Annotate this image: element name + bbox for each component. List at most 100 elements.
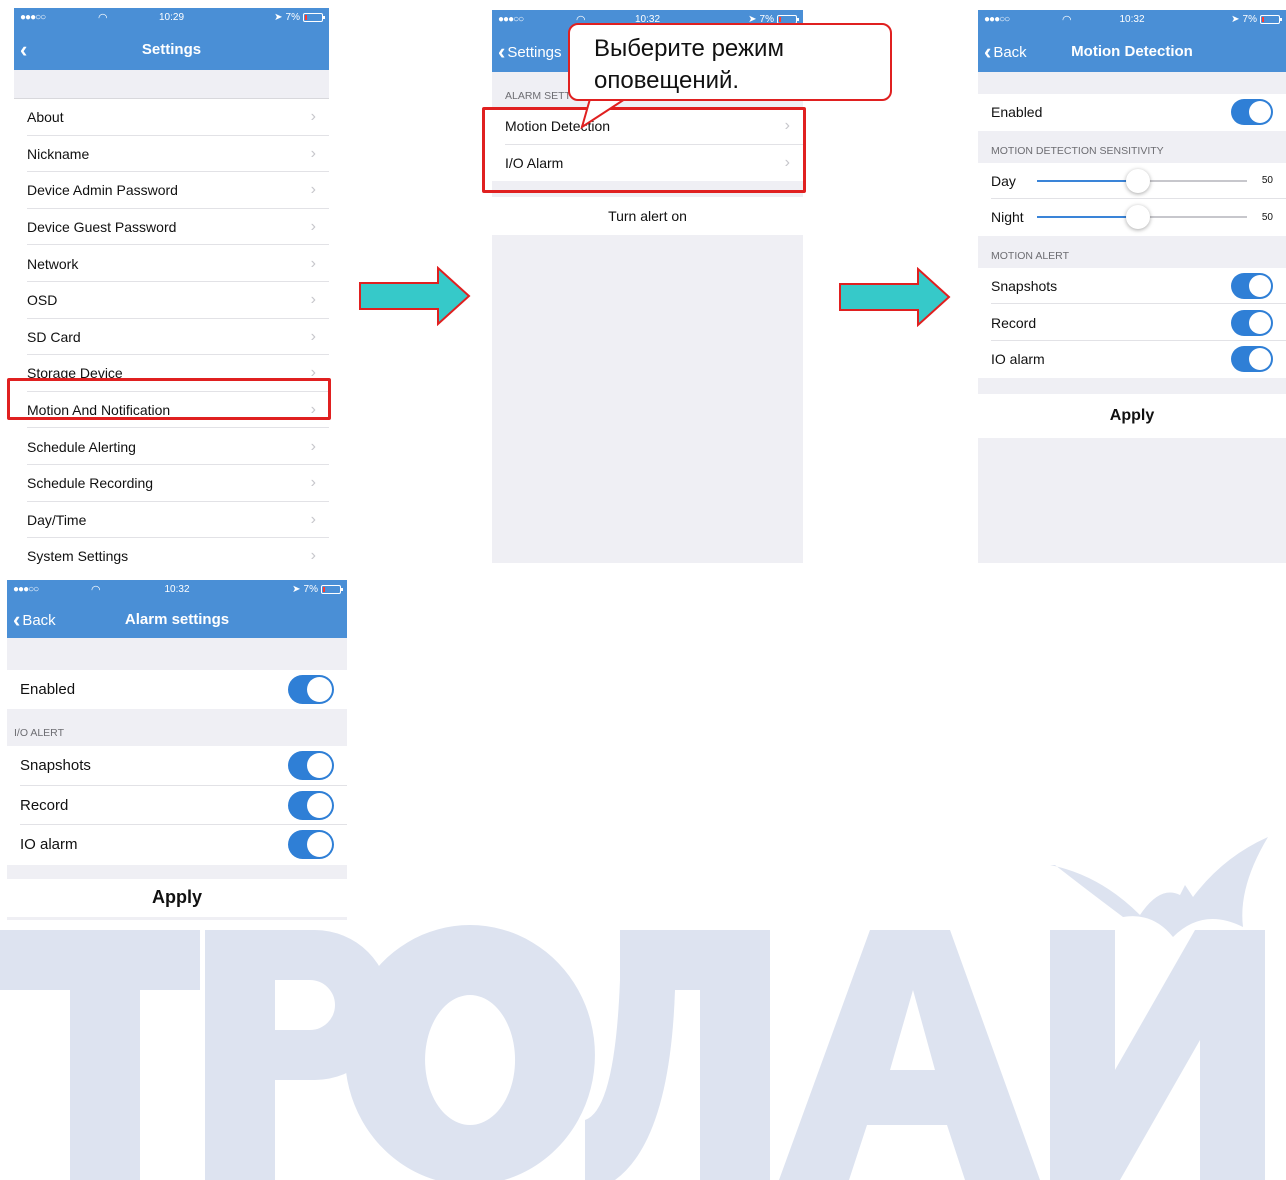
settings-item-system-settings[interactable]: System Settings › [14, 538, 329, 565]
slider-thumb[interactable] [1125, 168, 1150, 193]
record-label: Record [991, 314, 1037, 331]
snapshots-row: Snapshots [7, 746, 347, 786]
settings-item-day-time[interactable]: Day/Time › [14, 501, 329, 539]
settings-screen: ●●●○○ ◠ 10:29 ➤ 7% ‹ Settings About › Nick… [14, 8, 329, 565]
alarm-settings-screen: ●●●○○ ◠ 10:32 ➤ 7% ‹ Back Alarm settings E… [7, 580, 347, 920]
settings-item-osd[interactable]: OSD › [14, 281, 329, 319]
item-label: OSD [27, 292, 58, 309]
settings-item-schedule-alerting[interactable]: Schedule Alerting › [14, 428, 329, 465]
item-label: SD Card [27, 328, 81, 345]
day-slider[interactable] [1037, 168, 1247, 193]
io-alarm-row: IO alarm [7, 825, 347, 865]
chevron-right-icon: › [310, 327, 316, 345]
chevron-right-icon: › [310, 437, 316, 455]
settings-item-schedule-recording[interactable]: Schedule Recording › [14, 464, 329, 502]
chevron-right-icon: › [784, 117, 790, 135]
enabled-toggle[interactable] [288, 675, 334, 704]
item-label: Schedule Recording [27, 475, 154, 492]
record-toggle[interactable] [1231, 309, 1273, 336]
menu-item-motion-detection[interactable]: Motion Detection › [492, 108, 803, 145]
slider-thumb[interactable] [1125, 205, 1150, 230]
enabled-row: Enabled [978, 94, 1286, 131]
chevron-right-icon: › [310, 254, 316, 272]
item-label: Day/Time [27, 511, 87, 528]
page-title: Motion Detection [1071, 43, 1193, 60]
chevron-right-icon: › [310, 510, 316, 528]
io-alarm-label: IO alarm [991, 351, 1045, 368]
enabled-group: Enabled [7, 670, 347, 709]
chevron-right-icon: › [784, 153, 790, 171]
chevron-right-icon: › [310, 108, 316, 126]
settings-list: About › Nickname › Device Admin Password › … [14, 98, 329, 565]
enabled-group: Enabled [978, 94, 1286, 131]
io-alert-group: Snapshots Record IO alarm [7, 746, 347, 865]
io-alarm-toggle[interactable] [288, 830, 334, 860]
item-label: Nickname [27, 145, 90, 162]
chevron-right-icon: › [310, 291, 316, 309]
settings-item-admin-password[interactable]: Device Admin Password › [14, 172, 329, 209]
day-label: Day [991, 172, 1016, 189]
location-icon: ➤ [292, 584, 301, 595]
enabled-toggle[interactable] [1231, 99, 1273, 126]
settings-item-sd-card[interactable]: SD Card › [14, 318, 329, 356]
apply-button[interactable]: Apply [7, 878, 347, 917]
item-label: Device Guest Password [27, 219, 177, 236]
item-label: I/O Alarm [505, 154, 564, 171]
battery-icon [303, 13, 325, 22]
nav-bar: ‹ Settings [14, 30, 329, 70]
record-toggle[interactable] [288, 790, 334, 820]
settings-item-guest-password[interactable]: Device Guest Password › [14, 208, 329, 246]
status-right: ➤ 7% [274, 12, 325, 23]
item-label: Storage Device [27, 365, 123, 382]
sensitivity-group: Day 50 Night 50 [978, 162, 1286, 236]
settings-item-storage-device[interactable]: Storage Device › [14, 355, 329, 392]
record-row: Record [7, 785, 347, 825]
io-alarm-toggle[interactable] [1231, 346, 1273, 373]
chevron-right-icon: › [310, 218, 316, 236]
night-label: Night [991, 209, 1024, 226]
settings-item-about[interactable]: About › [14, 99, 329, 136]
snapshots-label: Snapshots [991, 278, 1058, 295]
settings-item-nickname[interactable]: Nickname › [14, 135, 329, 173]
item-label: Network [27, 255, 79, 272]
arrow-right-icon [359, 266, 471, 326]
snapshots-row: Snapshots [978, 267, 1286, 305]
chevron-right-icon: › [310, 364, 316, 382]
record-label: Record [20, 796, 69, 814]
day-value: 50 [1261, 175, 1273, 187]
chevron-right-icon: › [310, 547, 316, 565]
battery-icon [321, 585, 343, 594]
snapshots-toggle[interactable] [1231, 273, 1273, 300]
night-slider[interactable] [1037, 205, 1247, 230]
io-alarm-label: IO alarm [20, 836, 78, 854]
arrow-right-icon [839, 267, 951, 327]
io-alarm-row: IO alarm [978, 340, 1286, 378]
menu-item-io-alarm[interactable]: I/O Alarm › [492, 144, 803, 182]
chevron-right-icon: › [310, 181, 316, 199]
item-label: System Settings [27, 548, 129, 565]
chevron-right-icon: › [310, 401, 316, 419]
settings-item-motion-notification[interactable]: Motion And Notification › [14, 391, 329, 429]
enabled-row: Enabled [7, 670, 347, 709]
snapshots-toggle[interactable] [288, 751, 334, 781]
settings-item-network[interactable]: Network › [14, 245, 329, 282]
record-row: Record [978, 304, 1286, 341]
section-header: MOTION ALERT [991, 249, 1069, 262]
apply-button[interactable]: Apply [978, 393, 1286, 438]
status-right: ➤ 7% [292, 584, 343, 595]
status-bar: ●●●○○ ◠ 10:32 ➤ 7% [7, 580, 347, 602]
snapshots-label: Snapshots [20, 757, 91, 775]
section-header: MOTION DETECTION SENSITIVITY [991, 144, 1164, 157]
item-label: Motion And Notification [27, 402, 171, 419]
alarm-options-list: Motion Detection › I/O Alarm › [492, 108, 803, 182]
night-value: 50 [1261, 211, 1273, 223]
nav-bar: ‹ Back Alarm settings [7, 602, 347, 638]
turn-alert-on-button[interactable]: Turn alert on [492, 197, 803, 236]
chevron-right-icon: › [310, 144, 316, 162]
back-button[interactable]: ‹ Settings [498, 32, 562, 72]
chevron-left-icon: ‹ [498, 39, 506, 64]
item-label: Device Admin Password [27, 182, 178, 199]
